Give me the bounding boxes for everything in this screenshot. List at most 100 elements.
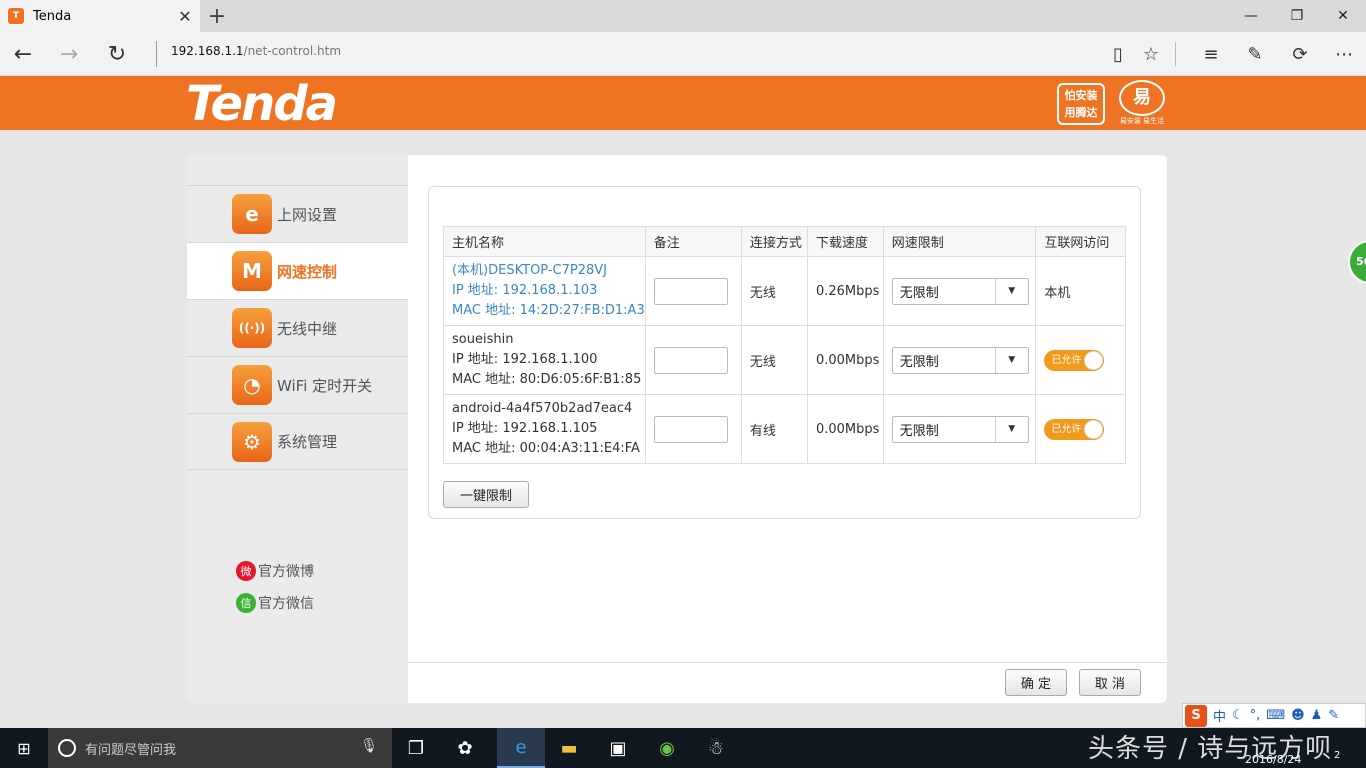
sidebar-item-wireless-repeater[interactable]: ((·)) 无线中继	[187, 299, 408, 356]
table-row: android-4a4f570b2ad7eac4 IP 地址: 192.168.…	[443, 394, 1126, 464]
sidebar-item-speed-control[interactable]: M 网速控制	[187, 242, 408, 299]
host-cell: android-4a4f570b2ad7eac4 IP 地址: 192.168.…	[443, 394, 646, 464]
easy-logo: 易 易安装 易生活	[1117, 80, 1167, 128]
col-connection: 连接方式	[740, 226, 808, 257]
address-bar[interactable]: 192.168.1.1/net-control.htm	[171, 44, 341, 58]
refresh-icon[interactable]: ↻	[100, 37, 134, 71]
address-path: /net-control.htm	[243, 44, 342, 58]
sogou-ime-icon[interactable]: S	[1185, 704, 1207, 727]
fan-app-icon[interactable]: ✿	[441, 728, 489, 768]
ime-toolbar: S 中 ☾ °, ⌨ ☻ ♟ ✎	[1182, 703, 1366, 728]
sidebar-item-label: 上网设置	[277, 205, 338, 224]
security-app-icon[interactable]: ◉	[643, 728, 691, 768]
ime-mode[interactable]: 中	[1213, 706, 1226, 725]
ie-icon: e	[232, 194, 272, 234]
limit-all-button[interactable]: 一键限制	[443, 481, 529, 508]
host-name: android-4a4f570b2ad7eac4	[452, 401, 633, 416]
ok-button[interactable]: 确 定	[1005, 669, 1067, 696]
new-tab-button[interactable]: +	[203, 2, 231, 30]
speed-limit-select[interactable]: 无限制 ▼	[891, 415, 1029, 443]
speed-limit-select[interactable]: 无限制 ▼	[891, 346, 1029, 374]
forward-arrow-icon[interactable]: →	[52, 37, 86, 71]
toolbar-separator	[1175, 42, 1176, 66]
wrench-icon[interactable]: ✎	[1328, 708, 1339, 723]
moon-icon[interactable]: ☾	[1232, 708, 1244, 723]
internet-access-toggle[interactable]: 已允许	[1044, 418, 1105, 440]
speed-float-badge[interactable]: 56	[1348, 240, 1366, 284]
search-placeholder: 有问题尽管问我	[85, 742, 177, 758]
keyboard-icon[interactable]: ⌨	[1266, 708, 1285, 723]
edge-browser-icon[interactable]: e	[497, 728, 545, 768]
cortana-search[interactable]: 有问题尽管问我 🎙	[48, 728, 392, 768]
wireless-signal-icon: ((·))	[232, 308, 272, 348]
cortana-icon	[58, 739, 76, 757]
favorite-star-icon[interactable]: ☆	[1134, 37, 1168, 71]
host-cell: (本机)DESKTOP-C7P28VJ IP 地址: 192.168.1.103…	[443, 256, 646, 326]
weibo-link[interactable]: 微 官方微博	[236, 561, 314, 581]
sidebar-item-internet-settings[interactable]: e 上网设置	[187, 185, 408, 242]
windows-start-icon[interactable]: ⊞	[0, 728, 48, 768]
sidebar-item-label: 系统管理	[277, 433, 338, 451]
wechat-link[interactable]: 信 官方微信	[236, 593, 314, 613]
notification-badge[interactable]: 2	[1334, 746, 1340, 764]
task-view-icon[interactable]: ❐	[392, 728, 440, 768]
address-separator	[156, 41, 157, 67]
file-explorer-icon[interactable]: ▬	[545, 728, 593, 768]
browser-tab-bar: T Tenda ✕ + — ❐ ✕	[0, 0, 1366, 32]
wifi-clock-icon: ◔	[232, 365, 272, 405]
qq-icon[interactable]: ☃	[692, 728, 740, 768]
dropdown-arrow-icon: ▼	[994, 416, 1028, 442]
minimize-button[interactable]: —	[1228, 0, 1274, 32]
speed-limit-select[interactable]: 无限制 ▼	[891, 277, 1029, 305]
skin-icon[interactable]: ♟	[1311, 708, 1323, 723]
browser-nav-bar: ← → ↻ 192.168.1.1/net-control.htm ▯ ☆ ≡ …	[0, 32, 1366, 76]
host-mac: MAC 地址: 14:2D:27:FB:D1:A3	[452, 303, 645, 318]
note-input[interactable]	[653, 415, 728, 443]
web-note-icon[interactable]: ✎	[1238, 37, 1272, 71]
speed-wave-icon: M	[232, 251, 272, 291]
back-arrow-icon[interactable]: ←	[6, 37, 40, 71]
host-ip: IP 地址: 192.168.1.105	[452, 421, 598, 436]
host-name: (本机)DESKTOP-C7P28VJ	[452, 263, 608, 278]
dropdown-arrow-icon: ▼	[994, 278, 1028, 304]
hub-icon[interactable]: ≡	[1194, 37, 1228, 71]
host-name: soueishin	[452, 332, 514, 347]
host-cell: soueishin IP 地址: 192.168.1.100 MAC 地址: 8…	[443, 325, 646, 395]
host-mac: MAC 地址: 00:04:A3:11:E4:FA	[452, 441, 640, 456]
slogan-badge: 怕安装 用腾达	[1057, 83, 1105, 125]
tab-close-icon[interactable]: ✕	[170, 7, 200, 26]
note-input[interactable]	[653, 346, 728, 374]
access-cell: 已允许	[1035, 394, 1126, 464]
note-input[interactable]	[653, 277, 728, 305]
sidebar-item-label: 无线中继	[277, 319, 338, 338]
tenda-logo: Tenda	[186, 76, 338, 132]
sidebar-item-label: 网速控制	[277, 262, 338, 281]
reading-view-icon[interactable]: ▯	[1101, 37, 1135, 71]
slogan-top: 怕安装	[1064, 89, 1098, 102]
dropdown-arrow-icon: ▼	[994, 347, 1028, 373]
note-cell	[644, 325, 742, 395]
access-cell: 已允许	[1035, 325, 1126, 395]
internet-access-toggle[interactable]: 已允许	[1044, 349, 1105, 371]
toggle-label: 已允许	[1051, 354, 1082, 366]
store-icon[interactable]: ▣	[594, 728, 642, 768]
sidebar: e 上网设置 M 网速控制 ((·)) 无线中继 ◔ WiFi 定时开关 ⚙ 系…	[187, 155, 408, 703]
microphone-icon[interactable]: 🎙	[360, 738, 378, 754]
sidebar-item-system-management[interactable]: ⚙ 系统管理	[187, 413, 408, 470]
sidebar-item-wifi-schedule[interactable]: ◔ WiFi 定时开关	[187, 356, 408, 413]
sidebar-item-label: WiFi 定时开关	[277, 376, 373, 395]
address-host: 192.168.1.1	[171, 44, 244, 58]
limit-cell: 无限制 ▼	[882, 394, 1037, 464]
close-window-button[interactable]: ✕	[1320, 0, 1366, 32]
more-icon[interactable]: ⋯	[1327, 37, 1361, 71]
cancel-button[interactable]: 取 消	[1079, 669, 1141, 696]
restore-button[interactable]: ❐	[1274, 0, 1320, 32]
table-row: soueishin IP 地址: 192.168.1.100 MAC 地址: 8…	[443, 325, 1126, 395]
browser-tab[interactable]: T Tenda ✕	[0, 0, 200, 32]
user-icon[interactable]: ☻	[1291, 708, 1305, 723]
share-icon[interactable]: ⟳	[1283, 37, 1317, 71]
toggle-label: 已允许	[1051, 423, 1082, 435]
punctuation-icon[interactable]: °,	[1250, 708, 1261, 723]
host-ip: IP 地址: 192.168.1.100	[452, 352, 598, 367]
weibo-icon: 微	[236, 561, 256, 581]
